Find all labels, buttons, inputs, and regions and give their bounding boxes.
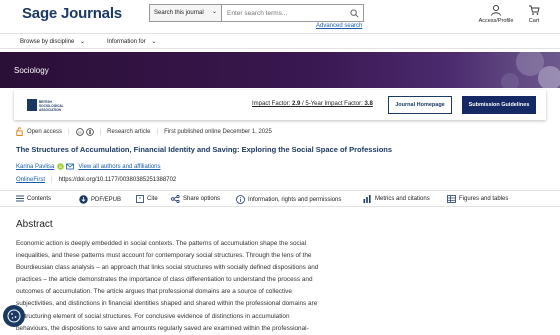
bar-chart-icon: [363, 195, 371, 203]
user-icon: [491, 4, 501, 16]
abstract-line: outcomes of accumulation. The article ar…: [16, 288, 292, 296]
sage-journals-logo[interactable]: Sage Journals: [22, 5, 122, 22]
author-line: Karina Pavlisa iD View all authors and a…: [16, 163, 161, 170]
browse-by-discipline-menu[interactable]: Browse by discipline ⌄: [20, 38, 85, 45]
article-meta: Open access | cc | Research article | Fi…: [16, 127, 272, 136]
divider: |: [99, 128, 102, 135]
search-scope-label: Search this journal: [154, 10, 204, 16]
open-access-label: Open access: [27, 128, 63, 135]
quote-icon: ": [136, 195, 144, 203]
search-icon: [349, 8, 358, 17]
journal-banner: Sociology: [0, 52, 560, 88]
divider: |: [156, 128, 159, 135]
banner-artwork: [501, 52, 560, 88]
share-icon: [171, 195, 180, 203]
cite-button[interactable]: " Cite: [136, 195, 158, 203]
cookie-icon: [7, 309, 21, 323]
abstract-line: Economic action is deeply embedded in so…: [16, 240, 307, 247]
journal-info-bar: BRITISH SOCIOLOGICAL ASSOCIATION Impact …: [14, 90, 546, 120]
figures-label: Figures and tables: [459, 196, 509, 202]
article-type: Research article: [107, 128, 151, 135]
abstract-line: practices – the article demonstrates the…: [16, 276, 313, 284]
chevron-down-icon: ⌄: [151, 39, 157, 45]
impact-factor-value: 2.9: [292, 101, 301, 107]
share-label: Share options: [183, 196, 221, 202]
info-icon: [236, 195, 245, 204]
orcid-icon[interactable]: iD: [57, 163, 65, 170]
pdf-epub-button[interactable]: PDF/EPUB: [79, 195, 121, 204]
metrics-button[interactable]: Metrics and citations: [363, 195, 430, 203]
banner-title: Sociology: [14, 66, 49, 75]
five-year-label: 5-Year Impact Factor:: [305, 101, 363, 107]
divider: |: [51, 177, 53, 183]
abstract-line: Bourdieusian class analysis – an approac…: [16, 264, 319, 272]
figures-button[interactable]: Figures and tables: [447, 195, 508, 203]
cart-button[interactable]: Cart: [524, 4, 544, 24]
cookie-settings-button[interactable]: [3, 305, 25, 327]
abstract-line: inequalities, and these patterns must ac…: [16, 252, 312, 260]
five-year-value: 3.8: [364, 101, 373, 107]
divider: |: [68, 128, 70, 135]
download-icon: [79, 195, 88, 204]
metrics-label: Metrics and citations: [375, 196, 430, 202]
svg-text:cc: cc: [78, 130, 82, 134]
pdf-label: PDF/EPUB: [91, 196, 122, 203]
journal-homepage-button[interactable]: Journal Homepage: [388, 96, 452, 114]
search-box: Search this journal ⌄: [149, 4, 364, 22]
abstract-line: a structuring element of social structur…: [16, 312, 290, 320]
online-first-link[interactable]: OnlineFirst: [16, 177, 45, 183]
information-for-menu[interactable]: Information for ⌄: [107, 38, 156, 45]
doi-line: OnlineFirst | https://doi.org/10.1177/00…: [16, 177, 176, 183]
contents-button[interactable]: Contents: [16, 195, 51, 202]
cc-icon: cc: [75, 127, 84, 136]
open-access-icon: [16, 127, 23, 136]
chevron-down-icon: ⌄: [211, 9, 217, 15]
article-title: The Structures of Accumulation, Financia…: [16, 145, 393, 154]
abstract-heading: Abstract: [16, 219, 53, 230]
submission-guidelines-button[interactable]: Submission Guidelines: [462, 96, 536, 114]
cc-license-icon[interactable]: cc: [75, 127, 94, 136]
cart-icon: [529, 5, 540, 15]
info-label: Information for: [107, 39, 146, 45]
cart-label: Cart: [528, 18, 540, 24]
account-label: Access/Profile: [478, 18, 514, 24]
contents-label: Contents: [27, 195, 52, 202]
email-icon[interactable]: [66, 163, 75, 170]
svg-text:iD: iD: [59, 165, 63, 169]
chevron-down-icon: ⌄: [80, 39, 86, 45]
advanced-search-link[interactable]: Advanced search: [316, 23, 362, 29]
table-icon: [447, 195, 456, 203]
svg-text:ASSOCIATION: ASSOCIATION: [39, 108, 62, 112]
information-button[interactable]: Information, rights and permissions: [236, 195, 341, 204]
abstract-line: behaviours, the dispositions to save and…: [16, 324, 309, 332]
abstract-text: Economic action is deeply embedded in so…: [16, 238, 366, 335]
impact-factor-label: Impact Factor:: [252, 101, 291, 107]
author-link[interactable]: Karina Pavlisa: [16, 164, 54, 170]
article-toolbar: Contents PDF/EPUB " Cite Share options I…: [0, 190, 560, 207]
cite-label: Cite: [147, 196, 158, 202]
share-button[interactable]: Share options: [171, 195, 220, 203]
browse-label: Browse by discipline: [20, 39, 75, 45]
contents-icon: [16, 195, 24, 202]
info-label: Information, rights and permissions: [248, 196, 342, 203]
published-date: First published online December 1, 2025: [164, 128, 272, 135]
search-scope-select[interactable]: Search this journal ⌄: [150, 5, 222, 21]
top-header: Sage Journals Search this journal ⌄ Adva…: [0, 0, 560, 32]
bsa-logo[interactable]: BRITISH SOCIOLOGICAL ASSOCIATION: [26, 96, 76, 114]
impact-factor-link[interactable]: Impact Factor: 2.9 / 5-Year Impact Facto…: [252, 101, 373, 107]
search-input[interactable]: [222, 5, 345, 21]
discipline-nav: Browse by discipline ⌄ Information for ⌄: [0, 33, 560, 49]
doi-link[interactable]: https://doi.org/10.1177/0038038525138870…: [59, 177, 177, 183]
search-button[interactable]: [345, 5, 363, 21]
abstract-line: subjectivities, and distinctions in fina…: [16, 300, 318, 308]
by-icon: [85, 127, 94, 136]
all-authors-link[interactable]: View all authors and affiliations: [78, 164, 160, 170]
account-button[interactable]: Access/Profile: [478, 4, 514, 24]
